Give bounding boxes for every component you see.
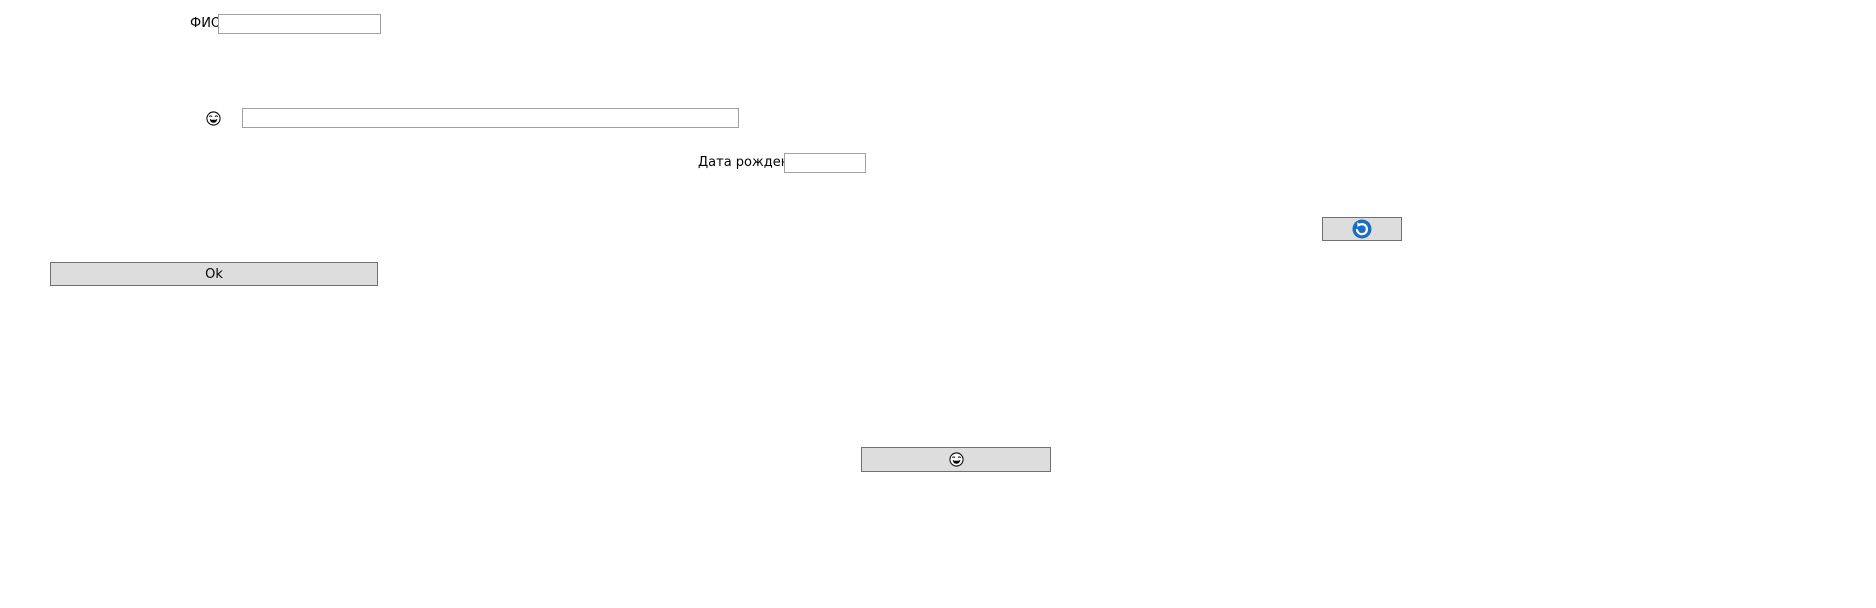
refresh-icon	[1352, 219, 1372, 239]
fio-input[interactable]	[218, 14, 381, 34]
emoji-text-input[interactable]	[242, 108, 739, 128]
laughing-face-icon	[206, 111, 221, 126]
laughing-face-icon	[948, 452, 964, 467]
ok-button[interactable]: Ok	[50, 262, 378, 286]
fio-label: ФИО	[190, 16, 222, 31]
refresh-button[interactable]	[1322, 217, 1402, 241]
birthdate-input[interactable]	[784, 153, 866, 173]
emoji-button[interactable]	[861, 447, 1051, 472]
